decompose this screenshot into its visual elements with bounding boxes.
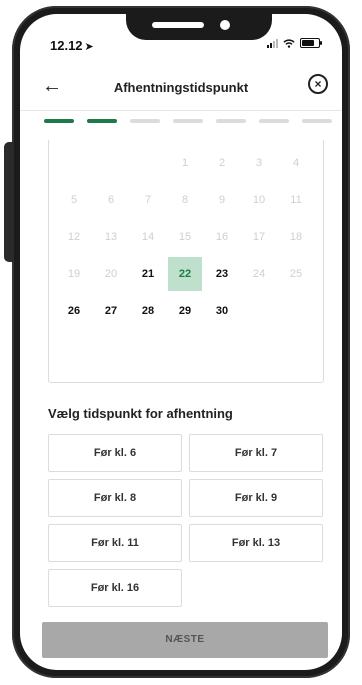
calendar-day[interactable]: 29 — [168, 294, 202, 328]
calendar-day: 18 — [289, 231, 303, 243]
battery-icon — [300, 38, 322, 48]
calendar-day[interactable]: 21 — [131, 257, 165, 291]
calendar-day: 8 — [181, 194, 189, 206]
wifi-icon — [283, 38, 295, 48]
calendar-day: 10 — [252, 194, 266, 206]
calendar-day[interactable]: 23 — [205, 257, 239, 291]
calendar-day: 9 — [218, 194, 226, 206]
status-bar-icons — [267, 38, 322, 48]
progress-step — [302, 119, 332, 123]
timeslot-button[interactable]: Før kl. 6 — [48, 434, 182, 472]
calendar-day: 11 — [290, 194, 302, 206]
calendar-day[interactable]: 28 — [131, 294, 165, 328]
timeslot-button[interactable]: Før kl. 11 — [48, 524, 182, 562]
timeslot-button[interactable]: Før kl. 9 — [189, 479, 323, 517]
timeslot-button[interactable]: Før kl. 8 — [48, 479, 182, 517]
phone-frame: 12.12 ➤ ← Afhentningstidspunkt × 12345678… — [12, 6, 350, 678]
calendar-day: 3 — [255, 157, 263, 169]
calendar-day[interactable]: 30 — [205, 294, 239, 328]
calendar-day: 20 — [104, 268, 118, 280]
calendar-day: 14 — [141, 231, 155, 243]
progress-step — [216, 119, 246, 123]
calendar-day[interactable]: 27 — [94, 294, 128, 328]
progress-step — [44, 119, 74, 123]
timeslot-button[interactable]: Før kl. 13 — [189, 524, 323, 562]
next-button[interactable]: NÆSTE — [42, 622, 328, 658]
status-bar-time: 12.12 ➤ — [50, 38, 94, 53]
step-progress-indicator — [44, 119, 332, 123]
status-time-text: 12.12 — [50, 38, 83, 53]
phone-side-button — [4, 142, 14, 262]
progress-step — [130, 119, 160, 123]
app-screen: 12.12 ➤ ← Afhentningstidspunkt × 12345678… — [20, 14, 342, 670]
calendar-day: 17 — [252, 231, 266, 243]
speaker-grille — [152, 22, 204, 28]
calendar-day: 6 — [107, 194, 115, 206]
calendar-day: 24 — [252, 268, 266, 280]
calendar-day: 25 — [289, 268, 303, 280]
front-camera — [220, 20, 230, 30]
progress-step — [259, 119, 289, 123]
calendar-day: 13 — [104, 231, 118, 243]
location-arrow-icon: ➤ — [84, 41, 94, 53]
calendar-day: 5 — [70, 194, 78, 206]
calendar-day[interactable]: 26 — [57, 294, 91, 328]
calendar-day: 2 — [218, 157, 226, 169]
timeslot-button[interactable]: Før kl. 16 — [48, 569, 182, 607]
calendar-day: 16 — [215, 231, 229, 243]
cellular-signal-icon — [267, 38, 278, 48]
top-navigation-bar: ← Afhentningstidspunkt × — [20, 70, 342, 111]
calendar-day-selected[interactable]: 22 — [168, 257, 202, 291]
page-title: Afhentningstidspunkt — [113, 80, 249, 95]
timeslot-section-title: Vælg tidspunkt for afhentning — [48, 406, 233, 421]
device-notch — [126, 14, 272, 40]
progress-step — [173, 119, 203, 123]
progress-step — [87, 119, 117, 123]
timeslot-button[interactable]: Før kl. 7 — [189, 434, 323, 472]
calendar-day: 7 — [144, 194, 152, 206]
calendar-day: 4 — [292, 157, 300, 169]
calendar-day: 1 — [181, 157, 189, 169]
calendar-day: 12 — [67, 231, 81, 243]
calendar-day: 15 — [178, 231, 192, 243]
close-icon[interactable]: × — [308, 74, 328, 94]
calendar-day: 19 — [67, 268, 81, 280]
date-picker-calendar: 1 2 3 4 5 6 7 8 9 10 11 12 13 14 15 16 17 18 19 20 21 22 23 24 2… — [48, 140, 324, 383]
